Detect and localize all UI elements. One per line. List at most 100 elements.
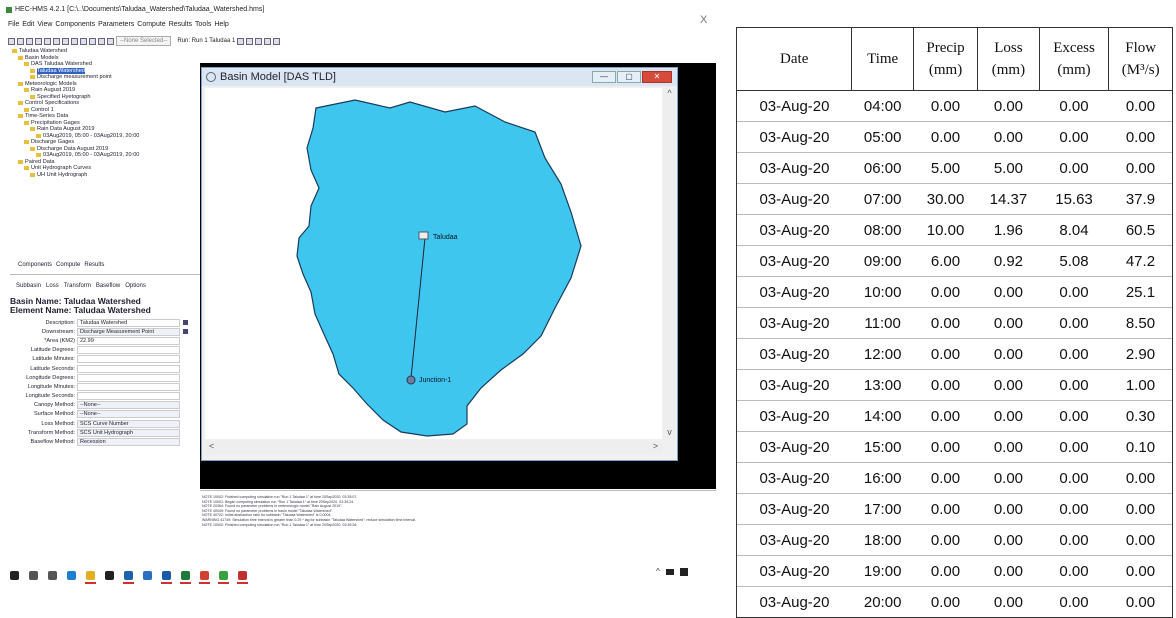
tab-baseflow[interactable]: Baseflow	[96, 283, 120, 289]
table-cell: 0.00	[913, 555, 978, 587]
property-dropdown[interactable]: Recession	[77, 438, 180, 447]
table-cell: 15.63	[1039, 183, 1109, 215]
folder-icon[interactable]	[85, 570, 96, 584]
outlook-icon[interactable]	[161, 570, 172, 584]
menu-item-compute[interactable]: Compute	[137, 21, 165, 28]
mail-icon[interactable]	[123, 570, 134, 584]
column-header: Date	[735, 27, 853, 91]
tab-results[interactable]: Results	[84, 262, 104, 268]
table-cell: 11:00	[851, 307, 914, 339]
menu-item-results[interactable]: Results	[169, 21, 192, 28]
menu-item-file[interactable]: File	[8, 21, 19, 28]
tab-compute[interactable]: Compute	[56, 262, 80, 268]
property-dropdown[interactable]: --None--	[77, 410, 180, 419]
excel-icon[interactable]	[180, 570, 191, 584]
toolbar: --None Selected-- Run: Run 1 Taludaa 1	[8, 35, 398, 47]
property-field[interactable]	[77, 373, 180, 382]
menu-item-view[interactable]: View	[37, 21, 52, 28]
scroll-up-icon[interactable]: ^	[663, 88, 676, 98]
arrow-icon[interactable]	[44, 37, 51, 45]
property-field[interactable]	[77, 382, 180, 391]
menu-item-help[interactable]: Help	[214, 21, 228, 28]
downstream-icon[interactable]	[183, 329, 188, 335]
new-icon[interactable]	[8, 37, 15, 45]
pdf-icon[interactable]	[237, 570, 248, 584]
sink-tool-icon[interactable]	[107, 37, 114, 45]
search-icon[interactable]	[29, 570, 38, 580]
message-log: NOTE 10002: Finished computing simulatio…	[200, 490, 716, 546]
notification-icon[interactable]	[679, 567, 688, 576]
property-dropdown[interactable]: Discharge Measurement Point	[77, 327, 180, 336]
folder-icon	[18, 81, 23, 86]
menu-item-edit[interactable]: Edit	[22, 21, 34, 28]
store-icon[interactable]	[105, 570, 114, 580]
junction-node[interactable]: Junction-1	[406, 375, 451, 385]
chrome-icon[interactable]	[199, 570, 210, 584]
print-icon[interactable]	[35, 37, 42, 45]
tray-caret-icon[interactable]: ^	[656, 567, 660, 576]
edge-icon[interactable]	[67, 570, 76, 580]
pan-icon[interactable]	[62, 37, 69, 45]
tab-components[interactable]: Components	[18, 262, 52, 268]
description-icon[interactable]	[183, 320, 188, 326]
property-field[interactable]	[77, 364, 180, 373]
table-cell: 0.00	[977, 586, 1040, 618]
horizontal-scrollbar[interactable]: < >	[205, 441, 662, 454]
graph-icon[interactable]	[255, 37, 263, 45]
table-cell: 0.00	[913, 121, 978, 153]
menu-item-tools[interactable]: Tools	[195, 21, 211, 28]
menu-item-parameters[interactable]: Parameters	[98, 21, 134, 28]
property-field[interactable]: 22.99	[77, 336, 180, 345]
table-cell: 0.10	[1108, 431, 1173, 463]
app-icon[interactable]	[143, 570, 152, 580]
property-dropdown[interactable]: SCS Curve Number	[77, 419, 180, 428]
vertical-scrollbar[interactable]: ^ v	[663, 88, 676, 439]
minimize-button[interactable]: —	[592, 71, 616, 83]
property-field[interactable]: Taludaa Watershed	[77, 318, 180, 327]
menu-item-components[interactable]: Components	[55, 21, 95, 28]
watershed-polygon[interactable]	[296, 99, 582, 437]
tab-transform[interactable]: Transform	[64, 283, 91, 289]
table-cell: 03-Aug-20	[735, 307, 852, 339]
close-icon[interactable]: X	[700, 14, 707, 26]
property-row: Transform Method: SCS Unit Hydrograph	[10, 428, 202, 437]
tree-item[interactable]: UH Unit Hydrograph	[12, 172, 198, 179]
tab-loss[interactable]: Loss	[46, 283, 59, 289]
property-row: Loss Method: SCS Curve Number	[10, 419, 202, 428]
maximize-button[interactable]: ▢	[617, 71, 641, 83]
basin-map-canvas[interactable]: Taludaa Junction-1	[205, 88, 662, 439]
scroll-right-icon[interactable]: >	[653, 441, 658, 451]
hms-icon[interactable]	[218, 570, 229, 584]
compute-icon[interactable]	[237, 37, 245, 45]
property-field[interactable]	[77, 355, 180, 364]
scroll-left-icon[interactable]: <	[209, 441, 214, 451]
scroll-down-icon[interactable]: v	[663, 427, 676, 437]
junction-tool-icon[interactable]	[98, 37, 105, 45]
summary-icon[interactable]	[264, 37, 272, 45]
tab-subbasin[interactable]: Subbasin	[16, 283, 41, 289]
table-cell: 12:00	[851, 338, 914, 370]
open-icon[interactable]	[17, 37, 24, 45]
reach-tool-icon[interactable]	[80, 37, 87, 45]
battery-icon[interactable]	[665, 568, 674, 575]
run-selector[interactable]: Run: Run 1 Taludaa 1	[177, 38, 235, 44]
zoom-icon[interactable]	[53, 37, 60, 45]
property-field[interactable]	[77, 392, 180, 401]
compute-all-icon[interactable]	[246, 37, 254, 45]
table-cell: 0.00	[977, 369, 1040, 401]
close-button[interactable]: ✕	[642, 71, 672, 83]
selection-dropdown[interactable]: --None Selected--	[116, 36, 172, 46]
property-row: Downstream: Discharge Measurement Point	[10, 327, 202, 336]
app-title: HEC-HMS 4.2.1 [C:\..\Documents\Taludaa_W…	[15, 6, 265, 13]
start-icon[interactable]	[10, 570, 19, 580]
subbasin-tool-icon[interactable]	[71, 37, 78, 45]
windows-taskbar	[10, 562, 630, 588]
reservoir-tool-icon[interactable]	[89, 37, 96, 45]
tab-options[interactable]: Options	[125, 283, 146, 289]
save-icon[interactable]	[26, 37, 33, 45]
property-dropdown[interactable]: SCS Unit Hydrograph	[77, 428, 180, 437]
property-dropdown[interactable]: --None--	[77, 401, 180, 410]
table-icon[interactable]	[273, 37, 281, 45]
property-field[interactable]	[77, 346, 180, 355]
task-view-icon[interactable]	[48, 570, 57, 580]
